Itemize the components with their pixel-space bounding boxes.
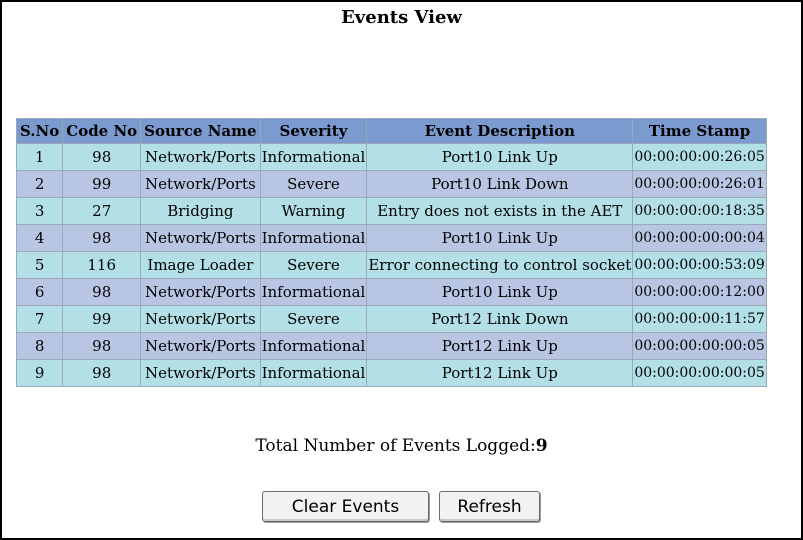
cell-severity: Warning xyxy=(260,198,367,224)
cell-source-name: Network/Ports xyxy=(141,171,260,197)
table-row: 6 98 Network/Ports Informational Port10 Link… xyxy=(17,279,766,305)
cell-time-stamp: 00:00:00:00:26:01 xyxy=(633,171,766,197)
cell-severity: Severe xyxy=(260,306,367,332)
table-row: 1 98 Network/Ports Informational Port10 Link… xyxy=(17,144,766,170)
cell-source-name: Network/Ports xyxy=(141,333,260,359)
cell-code-no: 27 xyxy=(63,198,141,224)
cell-time-stamp: 00:00:00:00:00:05 xyxy=(633,333,766,359)
events-total-count: 9 xyxy=(535,436,548,456)
cell-code-no: 99 xyxy=(63,171,141,197)
cell-sno: 8 xyxy=(17,333,63,359)
cell-severity: Informational xyxy=(260,360,367,386)
cell-code-no: 116 xyxy=(63,252,141,278)
column-header-code-no: Code No xyxy=(63,119,141,143)
table-row: 4 98 Network/Ports Informational Port10 Link… xyxy=(17,225,766,251)
events-total-label: Total Number of Events Logged: xyxy=(255,436,536,456)
events-total: Total Number of Events Logged:9 xyxy=(0,436,803,456)
cell-source-name: Image Loader xyxy=(141,252,260,278)
cell-code-no: 98 xyxy=(63,144,141,170)
table-row: 7 99 Network/Ports Severe Port12 Link Down 00… xyxy=(17,306,766,332)
cell-severity: Severe xyxy=(260,171,367,197)
column-header-source-name: Source Name xyxy=(141,119,260,143)
cell-time-stamp: 00:00:00:00:00:05 xyxy=(633,360,766,386)
column-header-time-stamp: Time Stamp xyxy=(633,119,766,143)
table-row: 9 98 Network/Ports Informational Port12 Link… xyxy=(17,360,766,386)
cell-event-description: Port12 Link Up xyxy=(367,360,633,386)
refresh-button[interactable]: Refresh xyxy=(439,491,540,522)
cell-event-description: Port10 Link Up xyxy=(367,225,633,251)
cell-event-description: Port10 Link Up xyxy=(367,144,633,170)
cell-source-name: Network/Ports xyxy=(141,279,260,305)
table-header-row: S.No Code No Source Name Severity Event … xyxy=(17,119,766,143)
cell-event-description: Entry does not exists in the AET xyxy=(367,198,633,224)
cell-severity: Severe xyxy=(260,252,367,278)
cell-event-description: Error connecting to control socket xyxy=(367,252,633,278)
cell-event-description: Port10 Link Up xyxy=(367,279,633,305)
cell-sno: 7 xyxy=(17,306,63,332)
cell-severity: Informational xyxy=(260,279,367,305)
cell-time-stamp: 00:00:00:00:26:05 xyxy=(633,144,766,170)
column-header-sno: S.No xyxy=(17,119,63,143)
cell-sno: 5 xyxy=(17,252,63,278)
table-row: 3 27 Bridging Warning Entry does not exists … xyxy=(17,198,766,224)
cell-time-stamp: 00:00:00:00:53:09 xyxy=(633,252,766,278)
cell-severity: Informational xyxy=(260,225,367,251)
cell-time-stamp: 00:00:00:00:00:04 xyxy=(633,225,766,251)
cell-code-no: 98 xyxy=(63,225,141,251)
cell-sno: 6 xyxy=(17,279,63,305)
cell-source-name: Network/Ports xyxy=(141,306,260,332)
cell-severity: Informational xyxy=(260,144,367,170)
cell-source-name: Network/Ports xyxy=(141,225,260,251)
cell-source-name: Network/Ports xyxy=(141,144,260,170)
cell-code-no: 98 xyxy=(63,360,141,386)
cell-event-description: Port12 Link Down xyxy=(367,306,633,332)
cell-severity: Informational xyxy=(260,333,367,359)
cell-source-name: Network/Ports xyxy=(141,360,260,386)
column-header-severity: Severity xyxy=(260,119,367,143)
cell-time-stamp: 00:00:00:00:11:57 xyxy=(633,306,766,332)
cell-sno: 1 xyxy=(17,144,63,170)
cell-event-description: Port10 Link Down xyxy=(367,171,633,197)
page-title: Events View xyxy=(341,7,462,28)
cell-sno: 9 xyxy=(17,360,63,386)
table-row: 5 116 Image Loader Severe Error connecting t… xyxy=(17,252,766,278)
events-table: S.No Code No Source Name Severity Event … xyxy=(16,118,767,387)
cell-sno: 2 xyxy=(17,171,63,197)
table-row: 8 98 Network/Ports Informational Port12 Link… xyxy=(17,333,766,359)
cell-code-no: 98 xyxy=(63,333,141,359)
cell-sno: 4 xyxy=(17,225,63,251)
cell-event-description: Port12 Link Up xyxy=(367,333,633,359)
cell-source-name: Bridging xyxy=(141,198,260,224)
column-header-event-description: Event Description xyxy=(367,119,633,143)
cell-code-no: 99 xyxy=(63,306,141,332)
cell-time-stamp: 00:00:00:00:12:00 xyxy=(633,279,766,305)
clear-events-button[interactable]: Clear Events xyxy=(262,491,429,522)
cell-sno: 3 xyxy=(17,198,63,224)
cell-code-no: 98 xyxy=(63,279,141,305)
cell-time-stamp: 00:00:00:00:18:35 xyxy=(633,198,766,224)
table-row: 2 99 Network/Ports Severe Port10 Link Down 00… xyxy=(17,171,766,197)
